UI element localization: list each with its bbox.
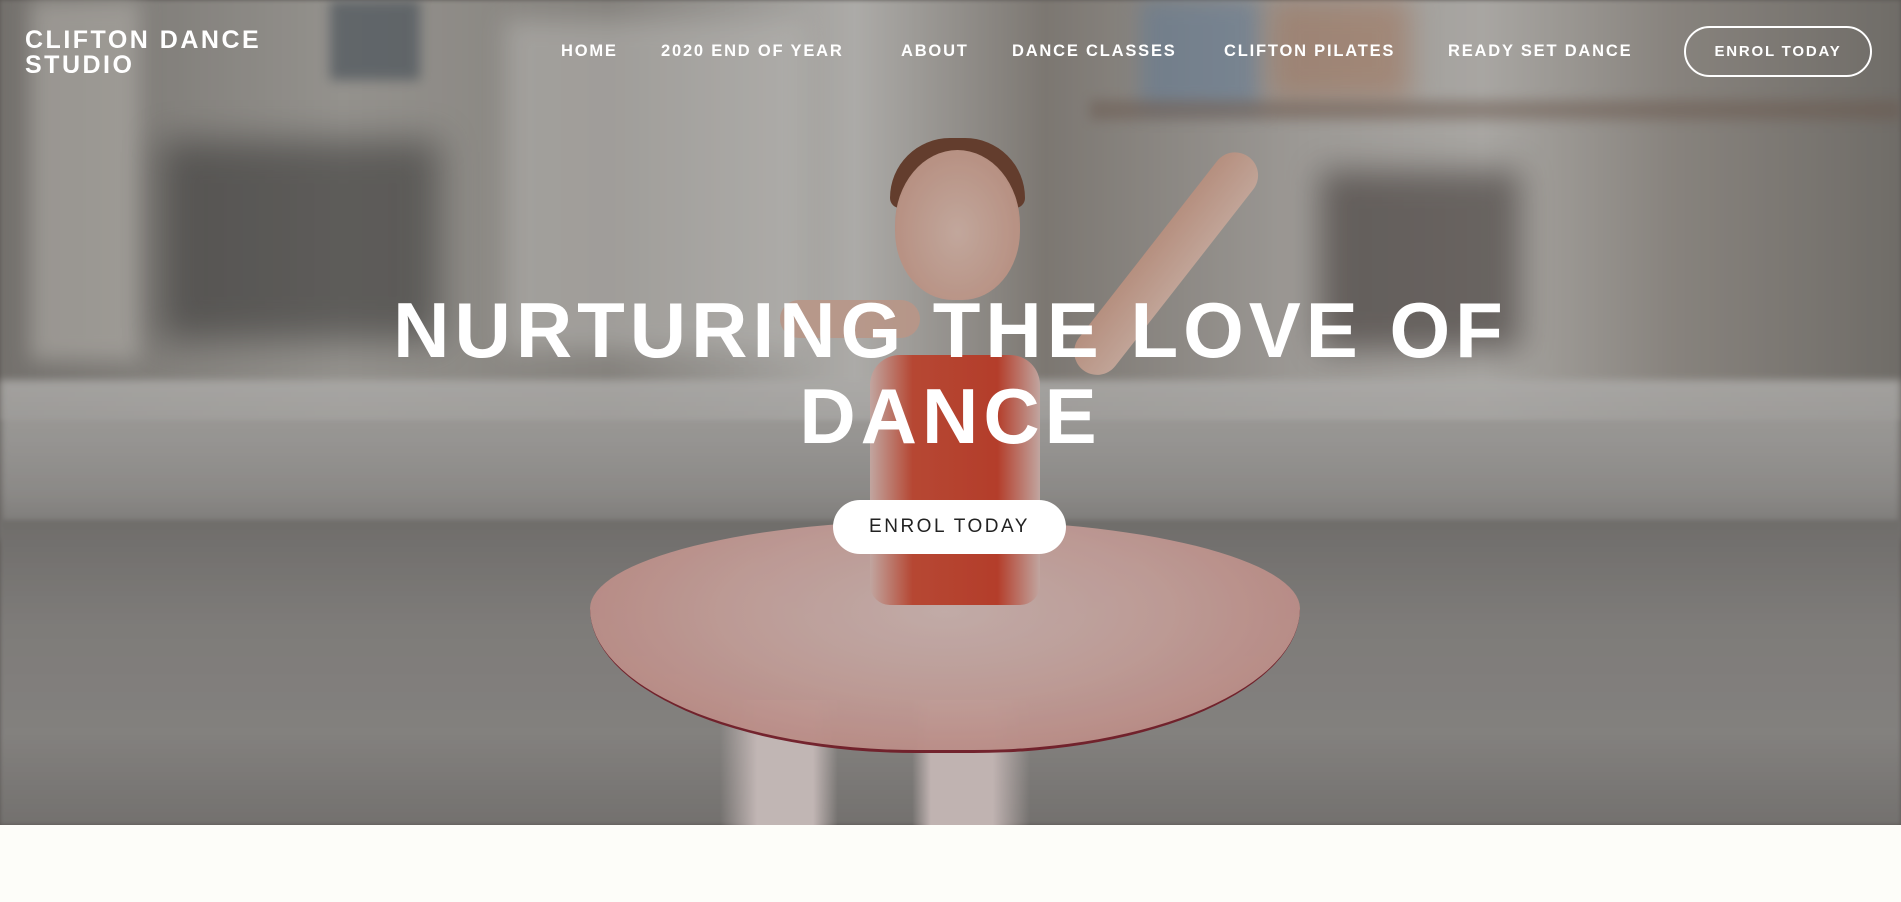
hero-section: CLIFTON DANCE STUDIO HOME 2020 END OF YE… [0,0,1901,825]
header-enrol-button[interactable]: ENROL TODAY [1684,26,1872,77]
nav-item-home[interactable]: HOME [561,42,618,61]
nav-item-clifton-pilates[interactable]: CLIFTON PILATES [1224,42,1395,61]
hero-heading: NURTURING THE LOVE OF DANCE [393,286,1508,460]
nav-item-2020-end-of-year[interactable]: 2020 END OF YEAR [661,42,844,61]
page-content-area [0,825,1901,902]
nav-item-about[interactable]: ABOUT [901,42,969,61]
nav-item-dance-classes[interactable]: DANCE CLASSES [1012,42,1177,61]
nav-item-ready-set-dance[interactable]: READY SET DANCE [1448,42,1632,61]
site-title[interactable]: CLIFTON DANCE STUDIO [25,28,305,78]
hero-enrol-button[interactable]: ENROL TODAY [833,500,1066,554]
